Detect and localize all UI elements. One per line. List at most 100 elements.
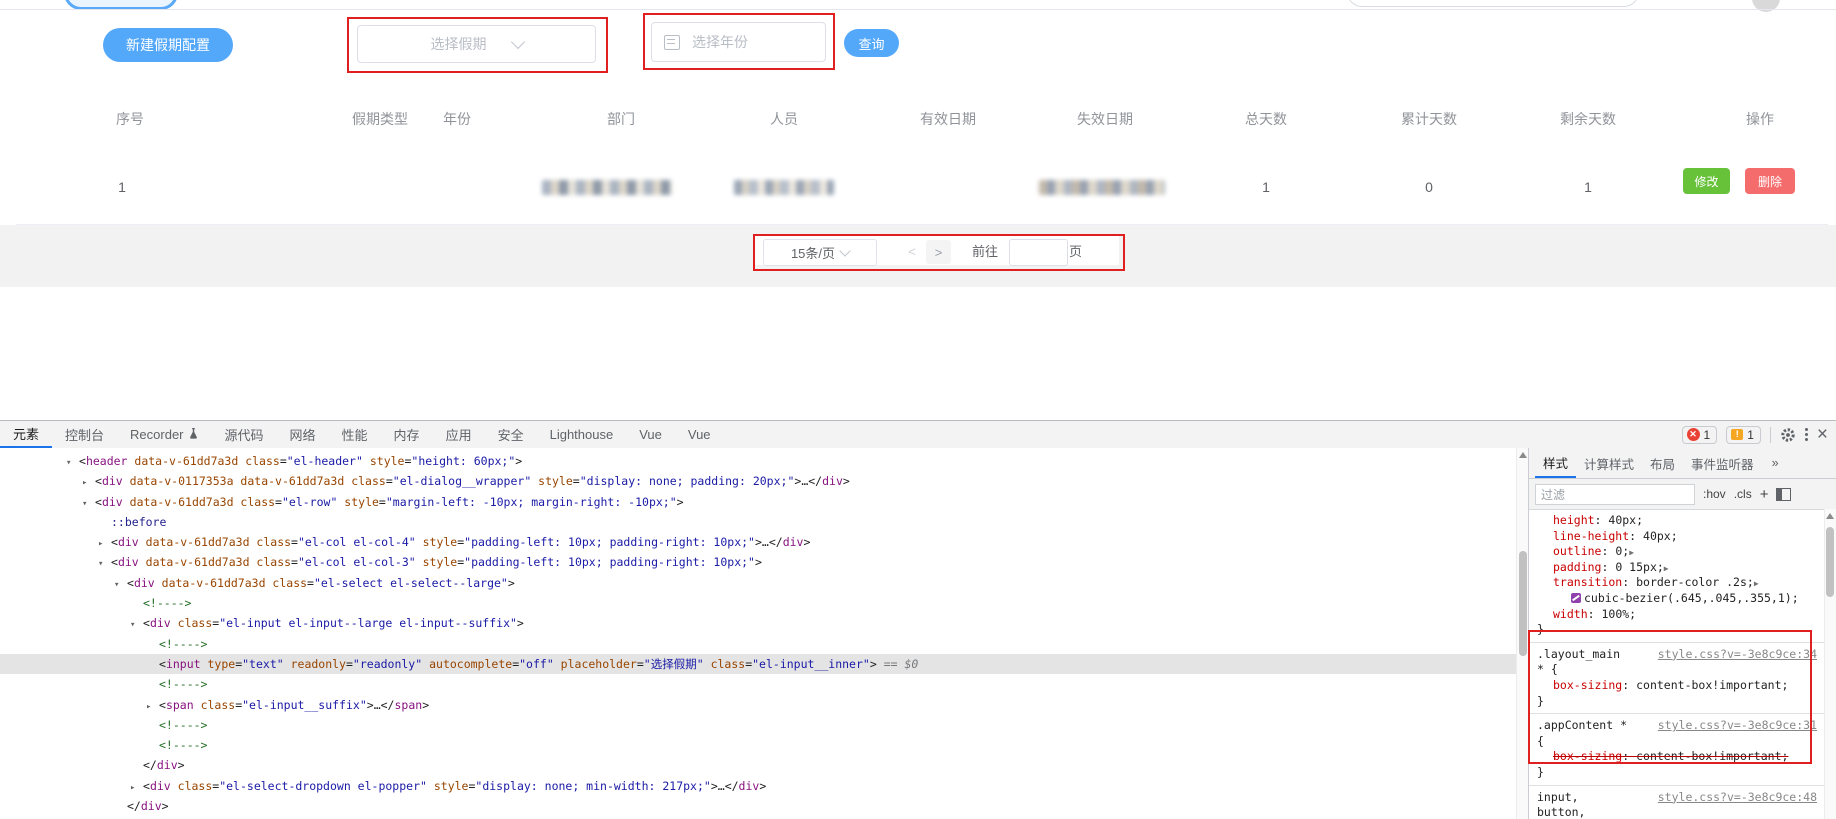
page-size-select[interactable]: 15条/页 (763, 239, 877, 266)
query-button[interactable]: 查询 (844, 29, 899, 57)
devtools-tab-控制台[interactable]: 控制台 (52, 421, 117, 448)
css-property[interactable]: outline: 0;▶ (1537, 544, 1817, 560)
holiday-type-select[interactable]: 选择假期 (357, 25, 596, 63)
devtools-tab-性能[interactable]: 性能 (329, 421, 381, 448)
devtools-tab-安全[interactable]: 安全 (485, 421, 537, 448)
styles-tab-2[interactable]: 布局 (1642, 448, 1683, 478)
delete-button[interactable]: 删除 (1745, 168, 1795, 194)
devtools-dom-node[interactable]: <!----> (0, 715, 1516, 735)
next-page-button[interactable]: > (926, 240, 951, 264)
css-property[interactable]: height: 40px; (1537, 513, 1817, 529)
scrollbar-thumb[interactable] (1826, 527, 1834, 597)
more-options-icon[interactable] (1805, 428, 1808, 441)
devtools-tab-内存[interactable]: 内存 (381, 421, 433, 448)
devtools-dom-node[interactable]: ▸<div data-v-61dd7a3d class="el-col el-c… (0, 532, 1516, 552)
cutoff-search-box[interactable] (1347, 0, 1639, 7)
edit-button[interactable]: 修改 (1683, 168, 1730, 194)
settings-gear-icon[interactable] (1780, 427, 1796, 443)
devtools-tab-元素[interactable]: 元素 (0, 421, 52, 448)
devtools-dom-node[interactable]: ::before (0, 512, 1516, 532)
expand-closed-icon[interactable]: ▸ (82, 473, 95, 493)
sidebar-layout-icon[interactable] (1776, 488, 1791, 501)
stylesheet-link[interactable]: style.css?v=-3e8c9ce:31 (1658, 718, 1817, 734)
devtools-selected-node[interactable]: <input type="text" readonly="readonly" a… (0, 654, 1516, 674)
css-property[interactable]: cubic-bezier(.645,.045,.355,1); (1537, 591, 1817, 607)
styles-tab-1[interactable]: 计算样式 (1576, 448, 1642, 478)
devtools-tab-recorder[interactable]: Recorder (117, 421, 211, 448)
devtools-dom-node[interactable]: ▾<header data-v-61dd7a3d class="el-heade… (0, 451, 1516, 471)
styles-tab-0[interactable]: 样式 (1535, 448, 1576, 478)
new-holiday-config-button[interactable]: 新建假期配置 (103, 28, 233, 62)
css-property[interactable]: box-sizing: content-box!important; (1537, 749, 1817, 765)
column-header-6: 失效日期 (1077, 88, 1133, 151)
devtools-dom-node[interactable]: ▾<div data-v-61dd7a3d class="el-row" sty… (0, 492, 1516, 512)
avatar[interactable] (1752, 0, 1780, 12)
prev-page-button[interactable]: < (905, 240, 919, 264)
expand-open-icon[interactable]: ▾ (130, 615, 143, 635)
expand-open-icon[interactable]: ▾ (66, 453, 79, 473)
devtools-dom-node[interactable]: <!----> (0, 593, 1516, 613)
cell-accumulated-days: 0 (1425, 151, 1433, 224)
devtools-tab-lighthouse[interactable]: Lighthouse (537, 421, 627, 448)
stylesheet-link[interactable]: style.css?v=-3e8c9ce:34 (1658, 647, 1817, 663)
css-property[interactable]: padding: 0 15px;▶ (1537, 560, 1817, 576)
css-property[interactable]: line-height: 40px; (1537, 529, 1817, 545)
warning-badge[interactable]: ! 1 (1726, 426, 1761, 444)
devtools-tab-vue[interactable]: Vue (675, 421, 724, 448)
devtools-dom-node[interactable]: </div> (0, 796, 1516, 816)
expand-closed-icon[interactable]: ▸ (98, 534, 111, 554)
error-icon: ✕ (1687, 428, 1700, 441)
devtools-tab-网络[interactable]: 网络 (277, 421, 329, 448)
expand-closed-icon[interactable]: ▸ (146, 697, 159, 717)
goto-page-input[interactable] (1009, 239, 1068, 266)
devtools-dom-node[interactable]: ▸<div data-v-0117353a data-v-61dd7a3d cl… (0, 471, 1516, 491)
column-header-2: 年份 (443, 88, 471, 151)
expand-open-icon[interactable]: ▾ (114, 575, 127, 595)
column-header-8: 累计天数 (1401, 88, 1457, 151)
stylesheet-link[interactable]: style.css?v=-3e8c9ce:48 (1658, 790, 1817, 806)
devtools-dom-node[interactable]: ▾<div data-v-61dd7a3d class="el-col el-c… (0, 552, 1516, 572)
expand-value-icon[interactable]: ▶ (1664, 561, 1669, 577)
devtools-tab-应用[interactable]: 应用 (433, 421, 485, 448)
scrollbar-thumb[interactable] (1519, 551, 1527, 656)
expand-value-icon[interactable]: ▶ (1754, 576, 1759, 592)
expand-value-icon[interactable]: ▶ (1629, 545, 1634, 561)
styles-filter-input[interactable]: 过滤 (1535, 484, 1695, 505)
devtools-tab-源代码[interactable]: 源代码 (212, 421, 277, 448)
devtools-dom-node[interactable]: <!----> (0, 674, 1516, 694)
devtools-dom-node[interactable]: ▸<span class="el-input__suffix">…</span> (0, 695, 1516, 715)
expand-open-icon[interactable]: ▾ (98, 554, 111, 574)
scroll-up-arrow[interactable] (1519, 452, 1527, 458)
expand-closed-icon[interactable]: ▸ (130, 778, 143, 798)
css-property[interactable]: box-sizing: content-box!important; (1537, 678, 1817, 694)
table-row[interactable]: 1 1 0 1 修改 删除 (16, 151, 1828, 225)
scroll-up-arrow[interactable] (1826, 513, 1834, 519)
devtools-dom-node[interactable]: </div> (0, 755, 1516, 775)
devtools-dom-node[interactable]: ▸<div class="el-select-dropdown el-poppe… (0, 776, 1516, 796)
bezier-editor-icon[interactable] (1571, 593, 1581, 603)
devtools-dom-node[interactable]: <!----> (0, 634, 1516, 654)
close-icon[interactable]: × (1817, 425, 1828, 444)
toggle-classes[interactable]: .cls (1734, 487, 1752, 501)
new-style-rule-icon[interactable]: + (1760, 486, 1769, 503)
expand-open-icon[interactable]: ▾ (82, 494, 95, 514)
css-selector: .appContent * (1537, 718, 1627, 734)
styles-filter-row: 过滤 :hov .cls + (1529, 479, 1836, 510)
error-badge[interactable]: ✕ 1 (1682, 426, 1718, 444)
css-property[interactable]: transition: border-color .2s;▶ (1537, 575, 1817, 591)
warning-icon: ! (1731, 429, 1743, 440)
devtools-dom-node[interactable]: ▾<div data-v-61dd7a3d class="el-select e… (0, 573, 1516, 593)
toggle-hover-state[interactable]: :hov (1703, 487, 1726, 501)
styles-tab-3[interactable]: 事件监听器 (1683, 448, 1762, 478)
devtools-dom-node[interactable]: <!----> (0, 735, 1516, 755)
header-divider (0, 9, 1836, 10)
column-header-3: 部门 (607, 88, 635, 151)
year-date-input[interactable]: 选择年份 (651, 22, 826, 62)
column-header-5: 有效日期 (920, 88, 976, 151)
css-property[interactable]: width: 100%; (1537, 607, 1817, 623)
styles-sidebar-tabs: 样式计算样式布局事件监听器» (1529, 448, 1836, 479)
styles-scrollbar[interactable] (1824, 509, 1836, 819)
more-tabs-icon[interactable]: » (1764, 448, 1787, 478)
devtools-dom-node[interactable]: ▾<div class="el-input el-input--large el… (0, 613, 1516, 633)
devtools-tab-vue[interactable]: Vue (626, 421, 675, 448)
